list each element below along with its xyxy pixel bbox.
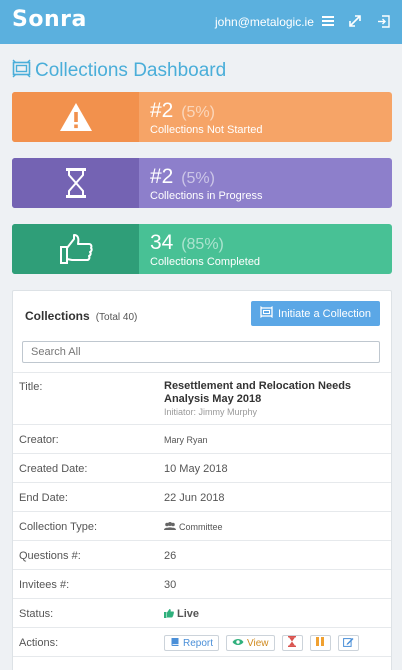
card-number: #2 [150, 165, 174, 188]
top-navbar: Sonra john@metalogic.ie [0, 0, 402, 44]
table-row: Actions: Report View [13, 627, 391, 656]
progress-button[interactable] [281, 635, 303, 651]
dashboard-icon [12, 59, 31, 83]
status-badge: Live [164, 608, 199, 621]
card-in-progress[interactable]: #2 (5%) Collections in Progress [12, 158, 392, 208]
card-percent: (5%) [181, 170, 215, 187]
warning-icon [12, 92, 139, 142]
search-input[interactable] [22, 341, 380, 363]
eye-icon [232, 638, 244, 649]
pause-button[interactable] [309, 635, 331, 651]
initiate-label: Initiate a Collection [278, 307, 371, 320]
card-label: Collections in Progress [150, 190, 263, 202]
panel-heading: Collections (Total 40) [25, 309, 137, 323]
thumbs-up-icon [12, 224, 139, 274]
actions-label: Actions: [19, 637, 59, 649]
report-label: Report [183, 637, 214, 649]
table-row: Status: Live [13, 598, 391, 627]
card-percent: (85%) [181, 236, 224, 253]
card-number: 34 [150, 231, 174, 254]
table-row: Title: Resettlement and Relocation Needs… [13, 372, 391, 424]
questions-value: 26 [164, 550, 177, 562]
thumbs-up-icon [164, 608, 174, 621]
hourglass-icon [288, 636, 297, 650]
invitees-label: Invitees #: [19, 579, 70, 591]
user-email[interactable]: john@metalogic.ie [215, 15, 314, 29]
panel-title: Collections [25, 309, 90, 323]
table-row: Creator: Mary Ryan [13, 424, 391, 453]
fullscreen-icon[interactable] [347, 13, 363, 29]
card-label: Collections Not Started [150, 124, 263, 136]
edit-button[interactable] [337, 635, 359, 651]
card-percent: (5%) [181, 104, 215, 121]
view-button[interactable]: View [226, 635, 275, 651]
group-icon [164, 522, 176, 533]
total-count: (Total 40) [95, 312, 138, 323]
questions-label: Questions #: [19, 550, 81, 562]
initiate-collection-button[interactable]: Initiate a Collection [251, 301, 380, 326]
logout-icon[interactable] [375, 13, 391, 29]
table-row: Questions #: 26 [13, 540, 391, 569]
table-row: Collection Type: Committee [13, 511, 391, 540]
collection-detail-table: Title: Resettlement and Relocation Needs… [13, 372, 391, 658]
table-row: Invitees #: 30 [13, 569, 391, 598]
creator-value: Mary Ryan [164, 435, 208, 445]
view-label: View [247, 637, 269, 649]
collection-title[interactable]: Resettlement and Relocation Needs Analys… [164, 380, 384, 406]
end-date-label: End Date: [19, 492, 68, 504]
card-number: #2 [150, 99, 174, 122]
creator-label: Creator: [19, 434, 59, 446]
initiator-text: Initiator: Jimmy Murphy [164, 407, 258, 417]
created-date-value: 10 May 2018 [164, 463, 228, 475]
card-not-started[interactable]: #2 (5%) Collections Not Started [12, 92, 392, 142]
page-title-text: Collections Dashboard [35, 60, 227, 81]
end-date-value: 22 Jun 2018 [164, 492, 225, 504]
edit-icon [342, 637, 354, 650]
collections-panel: Collections (Total 40) Initiate a Collec… [12, 290, 392, 670]
created-date-label: Created Date: [19, 463, 88, 475]
page-title: Collections Dashboard [12, 58, 226, 84]
initiate-icon [260, 306, 273, 321]
menu-icon[interactable] [320, 13, 336, 29]
status-label: Status: [19, 608, 54, 620]
table-row: Created Date: 10 May 2018 [13, 453, 391, 482]
invitees-value: 30 [164, 579, 177, 591]
card-label: Collections Completed [150, 256, 261, 268]
book-icon [170, 637, 180, 650]
card-completed[interactable]: 34 (85%) Collections Completed [12, 224, 392, 274]
status-value: Live [177, 608, 200, 620]
table-row: End Date: 22 Jun 2018 [13, 482, 391, 511]
hourglass-icon [12, 158, 139, 208]
collection-type-label: Collection Type: [19, 521, 98, 533]
collection-type-value: Committee [179, 522, 223, 532]
table-bottom-border [13, 656, 391, 658]
pause-icon [316, 637, 325, 649]
title-label: Title: [19, 381, 43, 393]
report-button[interactable]: Report [164, 635, 220, 651]
action-buttons: Report View [164, 635, 359, 651]
brand-logo[interactable]: Sonra [12, 7, 87, 32]
